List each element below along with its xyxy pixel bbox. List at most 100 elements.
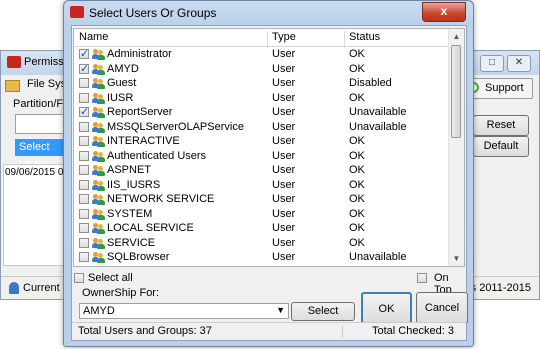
row-name: IIS_IUSRS (107, 178, 161, 191)
row-type: User (272, 251, 296, 263)
owner-select[interactable]: AMYD ▼ (79, 303, 289, 319)
cancel-button[interactable]: Cancel (416, 292, 468, 324)
select-users-item[interactable]: Select Users (15, 139, 67, 170)
select-all-checkbox[interactable] (74, 273, 84, 283)
list-item[interactable]: Authenticated Users User OK (74, 149, 450, 164)
list-scrollbar[interactable]: ▲ ▼ (448, 29, 464, 266)
list-item[interactable]: NETWORK SERVICE User OK (74, 192, 450, 207)
row-checkbox[interactable] (79, 223, 89, 233)
reset-button[interactable]: Reset (473, 115, 529, 136)
list-item[interactable]: SQLBrowser User Unavailable (74, 250, 450, 265)
column-status[interactable]: Status (349, 31, 380, 43)
row-status: OK (349, 222, 365, 234)
list-header: Name Type Status (74, 29, 450, 48)
row-type: User (272, 77, 296, 89)
row-checkbox[interactable] (79, 179, 89, 190)
row-name: Administrator (107, 48, 172, 60)
row-checkbox[interactable] (79, 150, 89, 161)
partition-label: Partition/Fo (13, 98, 70, 110)
scroll-down-icon[interactable]: ▼ (449, 251, 464, 266)
list-item[interactable]: Guest User Disabled (74, 76, 450, 91)
select-owner-button[interactable]: Select Owner (291, 302, 355, 334)
total-checked-label: Total Checked: 3 (372, 325, 454, 337)
row-name: MSSQLServerOLAPService (107, 120, 244, 133)
scroll-thumb[interactable] (451, 45, 461, 138)
row-status: OK (349, 178, 365, 191)
row-checkbox[interactable] (79, 252, 89, 262)
list-item[interactable]: LOCAL SERVICE User OK (74, 221, 450, 236)
row-status: OK (349, 193, 365, 205)
list-item[interactable]: SYSTEM User OK (74, 207, 450, 222)
dialog-body: Name Type Status AdministratorUserOKAMYD… (71, 25, 468, 341)
row-name: SYSTEM (107, 207, 153, 220)
owner-select-value: AMYD (83, 305, 115, 317)
close-icon[interactable]: ✕ (507, 55, 531, 72)
users-group-icon (92, 237, 106, 249)
background-window-controls: □ ✕ (477, 55, 531, 72)
default-button[interactable]: Default (473, 136, 529, 157)
close-button[interactable]: x (422, 2, 466, 22)
row-name: IUSR (107, 91, 134, 104)
row-status: OK (349, 91, 365, 104)
list-item[interactable]: INTERACTIVE User OK (74, 134, 450, 149)
support-label: Support (485, 82, 524, 94)
users-group-icon (92, 165, 106, 176)
list-item[interactable]: IUSR User OK (74, 91, 450, 106)
row-checkbox[interactable] (79, 165, 89, 175)
row-status: Unavailable (349, 120, 407, 133)
row-type: User (272, 164, 296, 176)
row-name: Guest (107, 77, 137, 89)
column-name[interactable]: Name (79, 31, 108, 43)
users-group-icon (92, 63, 106, 75)
users-group-icon (92, 78, 106, 89)
maximize-button[interactable]: □ (480, 55, 504, 72)
column-divider[interactable] (344, 31, 345, 48)
row-checkbox[interactable] (79, 208, 89, 219)
scroll-up-icon[interactable]: ▲ (449, 29, 464, 44)
row-checkbox[interactable] (79, 105, 89, 118)
partition-input[interactable] (15, 114, 69, 134)
users-group-icon (92, 49, 106, 60)
status-divider (342, 325, 343, 338)
row-status: OK (349, 164, 365, 176)
row-checkbox[interactable] (79, 237, 89, 248)
users-group-icon (92, 150, 106, 162)
row-type: User (272, 193, 296, 205)
row-checkbox[interactable] (79, 121, 89, 132)
column-type[interactable]: Type (272, 31, 296, 43)
list-item[interactable]: AMYD User OK (74, 62, 450, 77)
log-date: 09/06/2015 07 (5, 167, 69, 178)
list-item[interactable]: ASPNET User OK (74, 163, 450, 178)
row-name: LOCAL SERVICE (107, 222, 194, 234)
row-checkbox[interactable] (79, 92, 89, 103)
list-item[interactable]: MSSQLServerOLAPService User Unavailable (74, 120, 450, 135)
row-status: OK (349, 135, 365, 147)
users-group-icon (92, 136, 106, 147)
on-top-checkbox[interactable] (417, 273, 427, 283)
ok-button[interactable]: OK (361, 292, 412, 324)
users-group-icon (92, 121, 106, 133)
row-status: OK (349, 62, 365, 75)
row-checkbox[interactable] (79, 78, 89, 88)
users-group-icon (92, 194, 106, 205)
list-item[interactable]: SERVICE User OK (74, 236, 450, 251)
row-status: Disabled (349, 77, 392, 89)
users-group-icon (92, 107, 106, 118)
chevron-down-icon[interactable]: ▼ (276, 305, 285, 315)
row-checkbox[interactable] (79, 62, 89, 75)
list-item[interactable]: Administrator User OK (74, 47, 450, 62)
column-divider[interactable] (267, 31, 268, 48)
row-type: User (272, 91, 296, 104)
row-checkbox[interactable] (79, 194, 89, 204)
dialog-title: Select Users Or Groups (89, 6, 217, 20)
row-name: SERVICE (107, 236, 156, 249)
row-type: User (272, 135, 296, 147)
list-item[interactable]: ReportServer User Unavailable (74, 105, 450, 120)
row-checkbox[interactable] (79, 47, 89, 60)
row-type: User (272, 236, 296, 249)
support-button[interactable]: Support (464, 78, 533, 99)
users-list[interactable]: Name Type Status AdministratorUserOKAMYD… (73, 28, 465, 267)
row-status: Unavailable (349, 251, 407, 263)
row-checkbox[interactable] (79, 136, 89, 146)
list-item[interactable]: IIS_IUSRS User OK (74, 178, 450, 193)
